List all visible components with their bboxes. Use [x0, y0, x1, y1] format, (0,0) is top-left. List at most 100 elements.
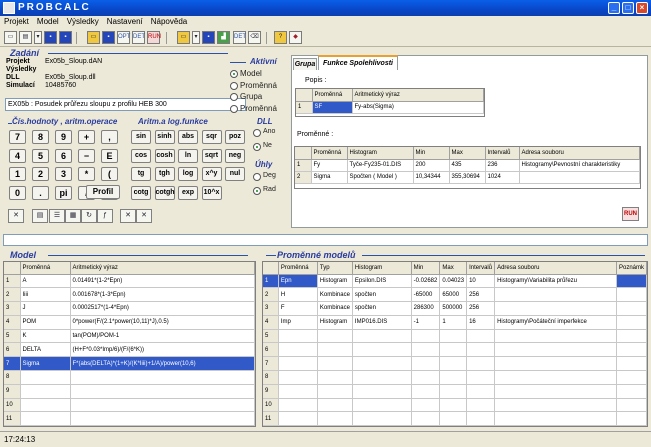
prom-cell-max[interactable]: 355,30694 — [449, 171, 486, 184]
vars-cell-addr[interactable]: Histogramy\Variabilita průřezu — [494, 274, 617, 289]
vars-cell-note[interactable] — [616, 370, 647, 385]
table-row[interactable]: 8 — [263, 370, 647, 385]
table-row[interactable]: 6 DELTA (H+F*0.03*Imp/6)/(F/(6*K)) — [4, 342, 255, 358]
vars-cell-min[interactable]: 286300 — [411, 301, 441, 316]
calc-key[interactable]: 8 — [32, 130, 49, 144]
vars-cell-typ[interactable] — [317, 384, 353, 399]
chart-icon[interactable]: ▟ — [217, 31, 230, 44]
table-row[interactable]: 4 Imp Histogram IMP016.DIS -1 1 16 Histogramy\P… — [263, 315, 647, 330]
vars-cell-hist[interactable]: IMP016.DIS — [352, 315, 412, 330]
calc-key[interactable]: 9 — [55, 130, 72, 144]
table-row[interactable]: 7 — [263, 356, 647, 372]
vars-cell-max[interactable] — [439, 411, 468, 426]
table-row[interactable]: 11 — [4, 411, 255, 426]
vars-cell-int[interactable]: 10 — [466, 274, 496, 289]
vars-cell-addr[interactable] — [494, 411, 617, 426]
table-row[interactable]: 2 H Kombinace spočten -65000 65000 256 — [263, 287, 647, 303]
vars-cell-addr[interactable] — [494, 329, 617, 344]
close-button[interactable]: × — [636, 2, 648, 14]
vars-cell-int[interactable]: 256 — [466, 301, 496, 316]
radio-dll-ano[interactable] — [253, 129, 261, 137]
vars-cell-typ[interactable]: Kombinace — [317, 287, 353, 303]
vars-cell-note[interactable] — [616, 411, 647, 426]
calc-key[interactable]: 4 — [9, 148, 26, 163]
radio-promenna[interactable] — [230, 82, 238, 90]
maximize-button[interactable]: □ — [622, 2, 634, 14]
vars-cell-hist[interactable]: Epsilon.DIS — [352, 274, 412, 289]
vars-cell-addr[interactable] — [494, 384, 617, 399]
prom-cell-int[interactable]: 236 — [485, 159, 520, 172]
vars-cell-min[interactable] — [411, 356, 441, 372]
vars-cell-note[interactable] — [616, 342, 647, 358]
calc-key[interactable]: 7 — [9, 130, 26, 144]
folder-icon[interactable]: ▭ — [87, 31, 100, 44]
model-cell-expr[interactable] — [70, 411, 255, 426]
vars-cell-note[interactable] — [616, 301, 647, 316]
vars-cell-min[interactable] — [411, 398, 441, 413]
vars-cell-min[interactable]: -1 — [411, 315, 441, 330]
vars-cell-note[interactable] — [616, 356, 647, 372]
vars-cell-note[interactable] — [616, 274, 647, 289]
vars-cell-int[interactable] — [466, 384, 496, 399]
prom-cell-int[interactable]: 1024 — [485, 171, 520, 184]
table-row[interactable]: 1 Fy Tyče-Fy235-01.DIS 200 435 236 Histogramy\… — [295, 159, 640, 172]
vars-cell-var[interactable] — [278, 342, 318, 358]
calc-key[interactable]: 3 — [55, 167, 72, 181]
model-cell-var[interactable]: DELTA — [20, 342, 71, 358]
vars-cell-note[interactable] — [616, 398, 647, 413]
menu-model[interactable]: Model — [33, 16, 63, 26]
table-row[interactable]: 8 — [4, 370, 255, 385]
table-row[interactable]: 1 Epn Histogram Epsilon.DIS -0.02682 0.04023 1… — [263, 274, 647, 289]
model-cell-expr[interactable] — [70, 398, 255, 413]
vars-cell-addr[interactable] — [494, 356, 617, 372]
model-cell-expr[interactable]: (H+F*0.03*Imp/6)/(F/(6*K)) — [70, 342, 255, 358]
model-cell-var[interactable] — [20, 384, 71, 399]
vars-cell-int[interactable] — [466, 370, 496, 385]
save-icon[interactable]: ▪ — [44, 31, 57, 44]
tab-grupa[interactable]: Grupa — [293, 58, 317, 70]
model-cell-var[interactable] — [20, 398, 71, 413]
model-cell-expr[interactable] — [70, 370, 255, 385]
refresh-icon[interactable]: ↻ — [81, 209, 97, 223]
menu-projekt[interactable]: Projekt — [0, 16, 33, 26]
vars-cell-addr[interactable]: Histogramy\Počáteční imperfekce — [494, 315, 617, 330]
vars-cell-hist[interactable] — [352, 370, 412, 385]
model-cell-expr[interactable]: 0.01491*(1-2*Epn) — [70, 274, 255, 289]
vars-cell-min[interactable]: -0.02682 — [411, 274, 441, 289]
menu-vysledky[interactable]: Výsledky — [63, 16, 103, 26]
vars-cell-max[interactable]: 500000 — [439, 301, 468, 316]
func-key[interactable]: ln — [178, 148, 198, 163]
vars-cell-typ[interactable] — [317, 370, 353, 385]
table-row[interactable]: 4 POM 0*power(F/(2.1*power(10,11)*J),0.5) — [4, 315, 255, 330]
table-icon[interactable]: ▦ — [65, 209, 81, 223]
function-icon[interactable]: ƒ — [97, 209, 113, 223]
vars-cell-min[interactable] — [411, 370, 441, 385]
vars-cell-var[interactable]: F — [278, 301, 318, 316]
table-row[interactable]: 3 F Kombinace spočten 286300 500000 256 — [263, 301, 647, 316]
func-key[interactable]: poz — [225, 130, 245, 144]
model-cell-var[interactable] — [20, 370, 71, 385]
vars-cell-min[interactable] — [411, 411, 441, 426]
vars-cell-addr[interactable] — [494, 398, 617, 413]
table-row[interactable]: 6 — [263, 342, 647, 358]
book-icon[interactable]: ◆ — [289, 31, 302, 44]
prom-cell-max[interactable]: 435 — [449, 159, 486, 172]
table-row[interactable]: 5 — [263, 329, 647, 344]
det-results-button[interactable]: DET — [233, 31, 246, 44]
func-key[interactable]: sin — [131, 130, 151, 144]
vars-cell-var[interactable] — [278, 370, 318, 385]
vars-cell-hist[interactable] — [352, 356, 412, 372]
vars-cell-max[interactable]: 65000 — [439, 287, 468, 303]
model-cell-expr[interactable]: 0.0002517*(1-4*Epn) — [70, 301, 255, 316]
vars-cell-max[interactable] — [439, 398, 468, 413]
vars-cell-typ[interactable]: Histogram — [317, 274, 353, 289]
profil-button[interactable]: Profil — [86, 185, 120, 199]
vars-cell-max[interactable] — [439, 370, 468, 385]
table-row[interactable]: 2 Iiii 0.001678*(1-3*Epn) — [4, 287, 255, 303]
model-cell-expr[interactable]: 0*power(F/(2.1*power(10,11)*J),0.5) — [70, 315, 255, 330]
table-row[interactable]: 11 — [263, 411, 647, 426]
vars-cell-int[interactable] — [466, 342, 496, 358]
table-row[interactable]: 1 SF Fy-abs(Sigma) — [296, 101, 484, 114]
vars-cell-int[interactable] — [466, 356, 496, 372]
func-key[interactable]: sinh — [154, 130, 175, 144]
